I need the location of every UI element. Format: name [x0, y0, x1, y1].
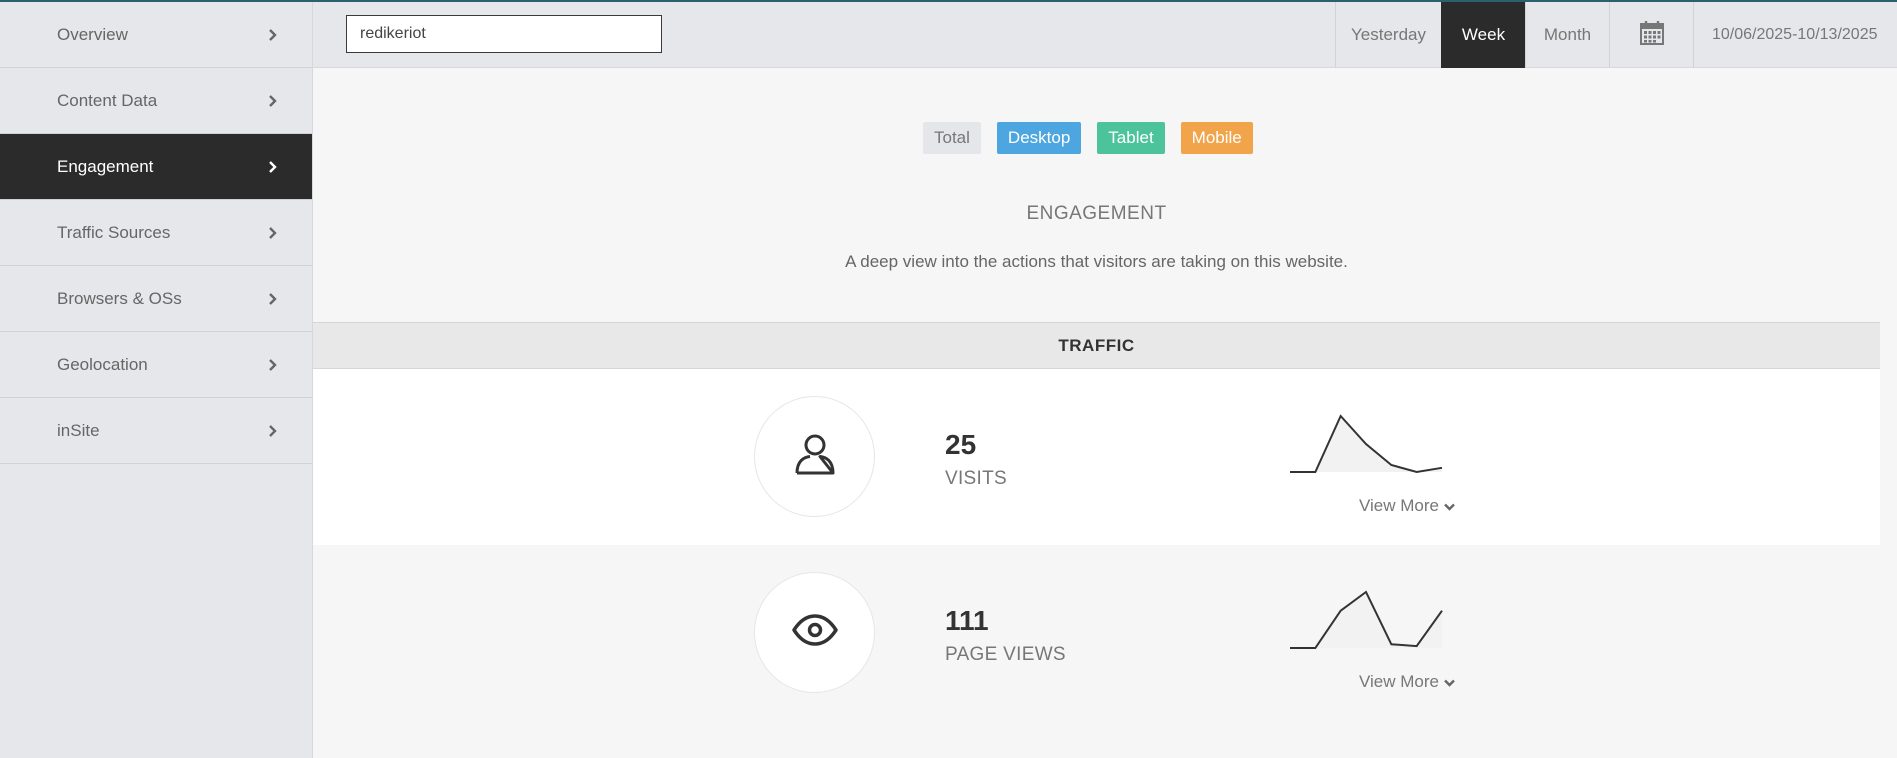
chevron-right-icon — [266, 292, 280, 306]
chevron-right-icon — [266, 94, 280, 108]
device-filter-group: Total Desktop Tablet Mobile — [923, 122, 1253, 154]
chevron-right-icon — [266, 358, 280, 372]
view-more-label: View More — [1359, 672, 1439, 691]
page-views-sparkline — [1290, 590, 1443, 649]
section-header-traffic: TRAFFIC — [313, 322, 1880, 369]
sidebar-item-label: inSite — [57, 420, 100, 440]
metric-icon-circle — [754, 396, 875, 517]
sidebar-item-label: Traffic Sources — [57, 222, 171, 242]
sidebar-item-overview[interactable]: Overview — [0, 2, 312, 68]
view-more-label: View More — [1359, 496, 1439, 515]
view-more-link[interactable]: View More — [1359, 496, 1455, 516]
calendar-icon — [1639, 20, 1665, 51]
calendar-button[interactable] — [1609, 2, 1693, 68]
eye-icon — [791, 606, 839, 659]
view-more-link[interactable]: View More — [1359, 672, 1455, 692]
sidebar-item-engagement[interactable]: Engagement — [0, 134, 312, 200]
metric-label: PAGE VIEWS — [945, 644, 1066, 665]
filter-mobile-button[interactable]: Mobile — [1180, 122, 1253, 154]
sidebar-item-insite[interactable]: inSite — [0, 398, 312, 464]
site-search-input[interactable] — [346, 15, 662, 53]
chevron-right-icon — [266, 424, 280, 438]
chevron-right-icon — [266, 160, 280, 174]
sidebar-item-label: Engagement — [57, 156, 154, 176]
sidebar-item-label: Geolocation — [57, 354, 148, 374]
metric-label: VISITS — [945, 468, 1007, 489]
chevron-down-icon — [1444, 496, 1455, 516]
sidebar-item-geolocation[interactable]: Geolocation — [0, 332, 312, 398]
sidebar-item-label: Overview — [57, 24, 128, 44]
filter-desktop-button[interactable]: Desktop — [996, 122, 1082, 154]
top-bar: Yesterday Week Month 10/06/2025-10/13/20… — [313, 2, 1897, 68]
range-week-button[interactable]: Week — [1441, 2, 1525, 68]
range-yesterday-button[interactable]: Yesterday — [1335, 2, 1441, 68]
metric-icon-circle — [754, 572, 875, 693]
date-range-display[interactable]: 10/06/2025-10/13/2025 — [1693, 2, 1897, 68]
sidebar-item-traffic-sources[interactable]: Traffic Sources — [0, 200, 312, 266]
metric-row-visits: 25 VISITS View More — [313, 369, 1880, 545]
sidebar-item-browsers-oss[interactable]: Browsers & OSs — [0, 266, 312, 332]
chevron-right-icon — [266, 226, 280, 240]
metric-value: 111 — [945, 605, 989, 636]
sparkline-area — [1290, 592, 1442, 648]
chevron-down-icon — [1444, 672, 1455, 692]
visits-sparkline — [1290, 414, 1443, 474]
filter-total-button[interactable]: Total — [923, 122, 981, 154]
metric-value: 25 — [945, 429, 977, 460]
user-icon — [792, 431, 838, 482]
page-title: ENGAGEMENT — [1026, 203, 1167, 224]
sidebar-item-label: Browsers & OSs — [57, 288, 182, 308]
filter-tablet-button[interactable]: Tablet — [1097, 122, 1165, 154]
chevron-right-icon — [266, 28, 280, 42]
sidebar: Overview Content Data Engagement Traffic… — [0, 2, 313, 758]
sidebar-item-label: Content Data — [57, 90, 158, 110]
page-description: A deep view into the actions that visito… — [845, 252, 1348, 271]
sidebar-item-content-data[interactable]: Content Data — [0, 68, 312, 134]
metric-row-page-views: 111 PAGE VIEWS View More — [313, 545, 1880, 721]
range-month-button[interactable]: Month — [1525, 2, 1609, 68]
